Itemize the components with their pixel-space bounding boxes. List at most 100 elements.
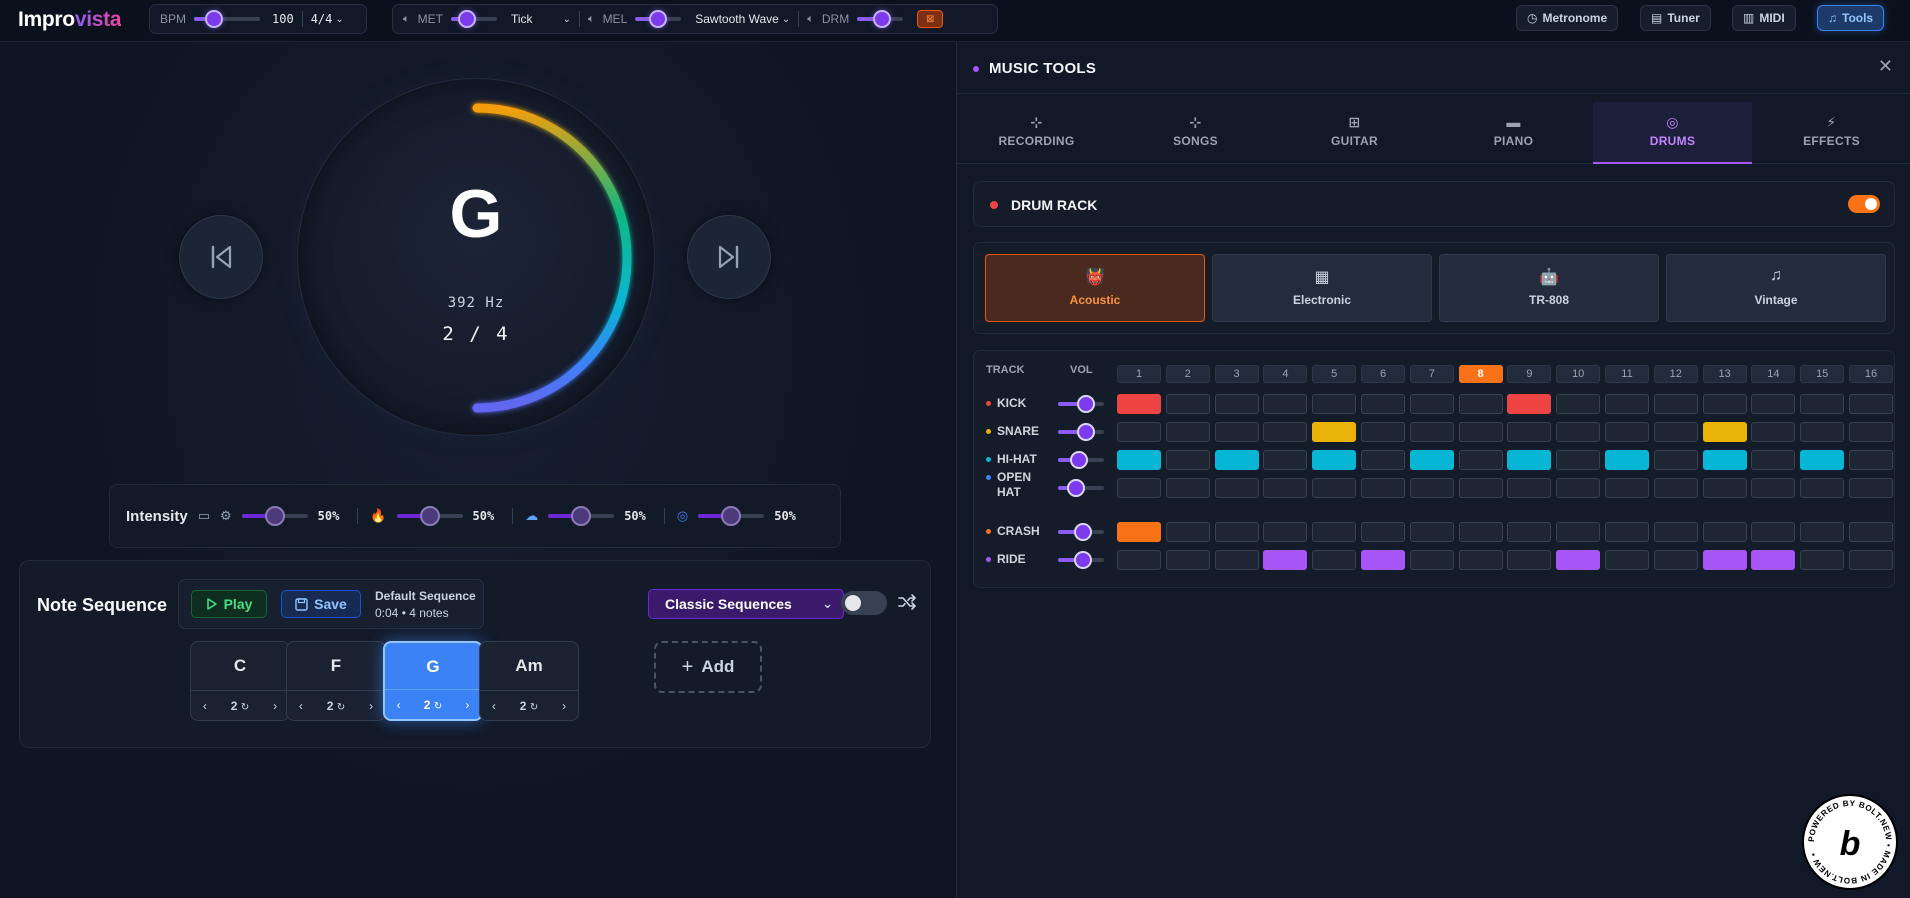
met-volume-slider[interactable] [450, 10, 497, 28]
nav-tuner-button[interactable]: ▤ Tuner [1640, 5, 1711, 31]
kit-electronic[interactable]: ▦ Electronic [1212, 254, 1432, 322]
step-cell[interactable] [1409, 522, 1454, 542]
step-cell[interactable] [1458, 478, 1503, 498]
step-cell[interactable] [1263, 394, 1308, 414]
loop-toggle[interactable] [841, 591, 887, 615]
step-cell[interactable] [1214, 522, 1259, 542]
track-volume-slider[interactable] [1058, 479, 1104, 497]
bpm-slider[interactable] [194, 10, 261, 28]
met-sound-select[interactable]: Tick ⌄ [511, 12, 571, 26]
close-icon[interactable]: ✕ [1878, 56, 1893, 77]
step-cell[interactable] [1409, 550, 1454, 570]
track-volume-slider[interactable] [1058, 551, 1104, 569]
bolt-badge[interactable]: POWERED BY BOLT.NEW • MADE IN BOLT.NEW •… [1802, 794, 1898, 890]
step-cell[interactable] [1507, 450, 1552, 470]
step-cell[interactable] [1702, 478, 1747, 498]
step-cell[interactable] [1556, 550, 1601, 570]
save-button[interactable]: Save [281, 590, 361, 618]
step-cell[interactable] [1653, 422, 1698, 442]
track-volume-slider[interactable] [1058, 395, 1104, 413]
step-cell[interactable] [1165, 522, 1210, 542]
step-cell[interactable] [1702, 394, 1747, 414]
step-cell[interactable] [1165, 394, 1210, 414]
track-volume-slider[interactable] [1058, 451, 1104, 469]
tab-drums[interactable]: ◎ DRUMS [1593, 102, 1752, 164]
step-cell[interactable] [1849, 550, 1893, 570]
step-cell[interactable] [1458, 422, 1503, 442]
track-volume-slider[interactable] [1058, 423, 1104, 441]
step-cell[interactable] [1117, 394, 1161, 414]
step-cell[interactable] [1507, 422, 1552, 442]
note-chip[interactable]: Am ‹ 2 ↻ › [479, 641, 579, 721]
step-cell[interactable] [1653, 394, 1698, 414]
note-chip[interactable]: G ‹ 2 ↻ › [383, 641, 483, 721]
step-cell[interactable] [1214, 550, 1259, 570]
step-cell[interactable] [1605, 522, 1649, 542]
step-cell[interactable] [1653, 478, 1698, 498]
step-cell[interactable] [1751, 450, 1796, 470]
step-cell[interactable] [1800, 522, 1845, 542]
step-cell[interactable] [1849, 394, 1893, 414]
step-cell[interactable] [1458, 450, 1503, 470]
step-cell[interactable] [1653, 550, 1698, 570]
step-cell[interactable] [1117, 522, 1161, 542]
chevron-right-icon[interactable]: › [273, 699, 277, 713]
step-cell[interactable] [1409, 394, 1454, 414]
step-cell[interactable] [1653, 450, 1698, 470]
step-cell[interactable] [1800, 450, 1845, 470]
step-cell[interactable] [1117, 450, 1161, 470]
next-note-button[interactable] [687, 215, 771, 299]
chevron-right-icon[interactable]: › [562, 699, 566, 713]
step-cell[interactable] [1263, 522, 1308, 542]
step-cell[interactable] [1312, 422, 1357, 442]
step-cell[interactable] [1751, 522, 1796, 542]
step-cell[interactable] [1165, 478, 1210, 498]
step-cell[interactable] [1849, 522, 1893, 542]
chevron-left-icon[interactable]: ‹ [299, 699, 303, 713]
mel-volume-slider[interactable] [635, 10, 682, 28]
step-cell[interactable] [1751, 394, 1796, 414]
storm-slider[interactable] [548, 506, 615, 526]
tab-guitar[interactable]: ⊞ GUITAR [1275, 102, 1434, 164]
step-cell[interactable] [1702, 550, 1747, 570]
sequence-preset-select[interactable]: Classic Sequences ⌄ [648, 589, 844, 619]
step-cell[interactable] [1312, 550, 1357, 570]
step-cell[interactable] [1507, 478, 1552, 498]
app-logo[interactable]: Improvista [18, 8, 122, 32]
step-cell[interactable] [1361, 394, 1405, 414]
step-cell[interactable] [1409, 478, 1454, 498]
step-cell[interactable] [1605, 422, 1649, 442]
step-cell[interactable] [1165, 550, 1210, 570]
chevron-left-icon[interactable]: ‹ [492, 699, 496, 713]
kit-acoustic[interactable]: 👹 Acoustic [985, 254, 1205, 322]
step-cell[interactable] [1214, 450, 1259, 470]
step-cell[interactable] [1800, 478, 1845, 498]
step-cell[interactable] [1849, 450, 1893, 470]
step-cell[interactable] [1507, 550, 1552, 570]
tab-recording[interactable]: ⊹ RECORDING [957, 102, 1116, 164]
step-cell[interactable] [1751, 550, 1796, 570]
step-cell[interactable] [1312, 450, 1357, 470]
step-cell[interactable] [1263, 422, 1308, 442]
step-cell[interactable] [1214, 394, 1259, 414]
chevron-left-icon[interactable]: ‹ [397, 698, 401, 712]
step-cell[interactable] [1849, 422, 1893, 442]
step-cell[interactable] [1117, 478, 1161, 498]
play-button[interactable]: Play [191, 590, 267, 618]
step-cell[interactable] [1117, 422, 1161, 442]
step-cell[interactable] [1165, 450, 1210, 470]
mel-sound-select[interactable]: Sawtooth Wave ⌄ [695, 12, 790, 26]
step-cell[interactable] [1605, 478, 1649, 498]
drum-rack-toggle[interactable] [1848, 195, 1880, 213]
step-cell[interactable] [1165, 422, 1210, 442]
drm-volume-slider[interactable] [857, 10, 904, 28]
nav-midi-button[interactable]: ▥ MIDI [1732, 5, 1796, 31]
chevron-left-icon[interactable]: ‹ [203, 699, 207, 713]
step-cell[interactable] [1605, 550, 1649, 570]
step-cell[interactable] [1409, 450, 1454, 470]
nav-metronome-button[interactable]: ◷ Metronome [1516, 5, 1619, 31]
step-cell[interactable] [1556, 522, 1601, 542]
step-cell[interactable] [1458, 550, 1503, 570]
kit-tr-808[interactable]: 🤖 TR-808 [1439, 254, 1659, 322]
step-cell[interactable] [1702, 422, 1747, 442]
